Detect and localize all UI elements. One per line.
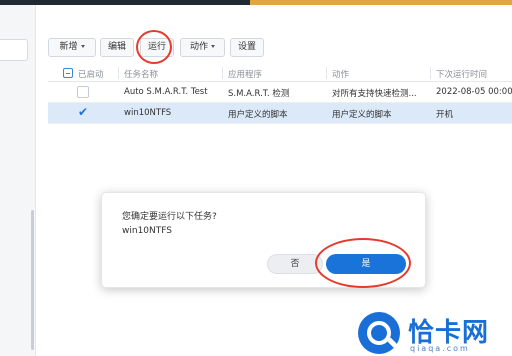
- header-application[interactable]: 应用程序: [228, 68, 262, 80]
- watermark: 恰卡网 qiaqa.com: [356, 310, 512, 356]
- no-button[interactable]: 否: [267, 254, 323, 274]
- chevron-down-icon: [211, 45, 215, 48]
- cell-application: 用户定义的脚本: [228, 110, 288, 120]
- cell-next-run: 开机: [436, 110, 454, 120]
- enabled-checkbox[interactable]: [77, 86, 89, 98]
- new-button-label: 新增: [59, 42, 78, 52]
- header-next-run[interactable]: 下次运行时间: [436, 68, 487, 80]
- dialog-task-name: win10NTFS: [122, 226, 172, 236]
- yes-button[interactable]: 是: [326, 254, 406, 274]
- table-header: 已启动 任务名称 应用程序 动作 下次运行时间: [48, 64, 512, 82]
- header-enabled[interactable]: 已启动: [78, 68, 104, 80]
- settings-button[interactable]: 设置: [230, 38, 264, 57]
- cell-action: 用户定义的脚本: [332, 110, 392, 120]
- cell-next-run: 2022-08-05 00:00: [436, 87, 512, 97]
- column-divider: [430, 67, 431, 79]
- cell-task-name: win10NTFS: [124, 108, 172, 118]
- column-divider: [222, 67, 223, 79]
- run-button[interactable]: 运行: [140, 38, 174, 57]
- window-top-bar: [0, 0, 512, 5]
- dialog-question: 您确定要运行以下任务?: [122, 212, 217, 222]
- task-table: 已启动 任务名称 应用程序 动作 下次运行时间 Auto S.M.A.R.T. …: [48, 64, 512, 124]
- chevron-down-icon: [80, 45, 85, 48]
- sidebar: [0, 5, 36, 356]
- action-button-label: 动作: [189, 42, 208, 52]
- watermark-domain: qiaqa.com: [410, 344, 470, 353]
- confirm-dialog: 您确定要运行以下任务? win10NTFS 否 是: [101, 192, 426, 288]
- cell-application: S.M.A.R.T. 检测: [228, 89, 290, 99]
- dialog-message: 您确定要运行以下任务? win10NTFS: [122, 210, 217, 238]
- run-button-label: 运行: [147, 42, 166, 52]
- yes-button-label: 是: [361, 259, 371, 269]
- settings-button-label: 设置: [237, 42, 256, 52]
- column-divider: [326, 67, 327, 79]
- header-task-name[interactable]: 任务名称: [124, 68, 158, 80]
- table-row[interactable]: ✔ win10NTFS 用户定义的脚本 用户定义的脚本 开机: [48, 103, 512, 124]
- table-row[interactable]: Auto S.M.A.R.T. Test S.M.A.R.T. 检测 对所有支持…: [48, 82, 512, 103]
- header-action[interactable]: 动作: [332, 68, 349, 80]
- checkmark-icon[interactable]: ✔: [78, 105, 88, 119]
- edit-button-label: 编辑: [107, 42, 126, 52]
- cell-task-name: Auto S.M.A.R.T. Test: [124, 87, 208, 97]
- column-divider: [118, 67, 119, 79]
- edit-button[interactable]: 编辑: [100, 38, 134, 57]
- top-bar-accent: [250, 0, 512, 5]
- cell-action: 对所有支持快速检测...: [332, 89, 417, 99]
- select-all-checkbox[interactable]: [63, 68, 73, 78]
- new-button[interactable]: 新增: [48, 38, 96, 57]
- action-button[interactable]: 动作: [180, 38, 225, 57]
- sidebar-search-input[interactable]: [0, 39, 28, 61]
- sidebar-scrollbar[interactable]: [31, 210, 34, 350]
- no-button-label: 否: [290, 259, 300, 269]
